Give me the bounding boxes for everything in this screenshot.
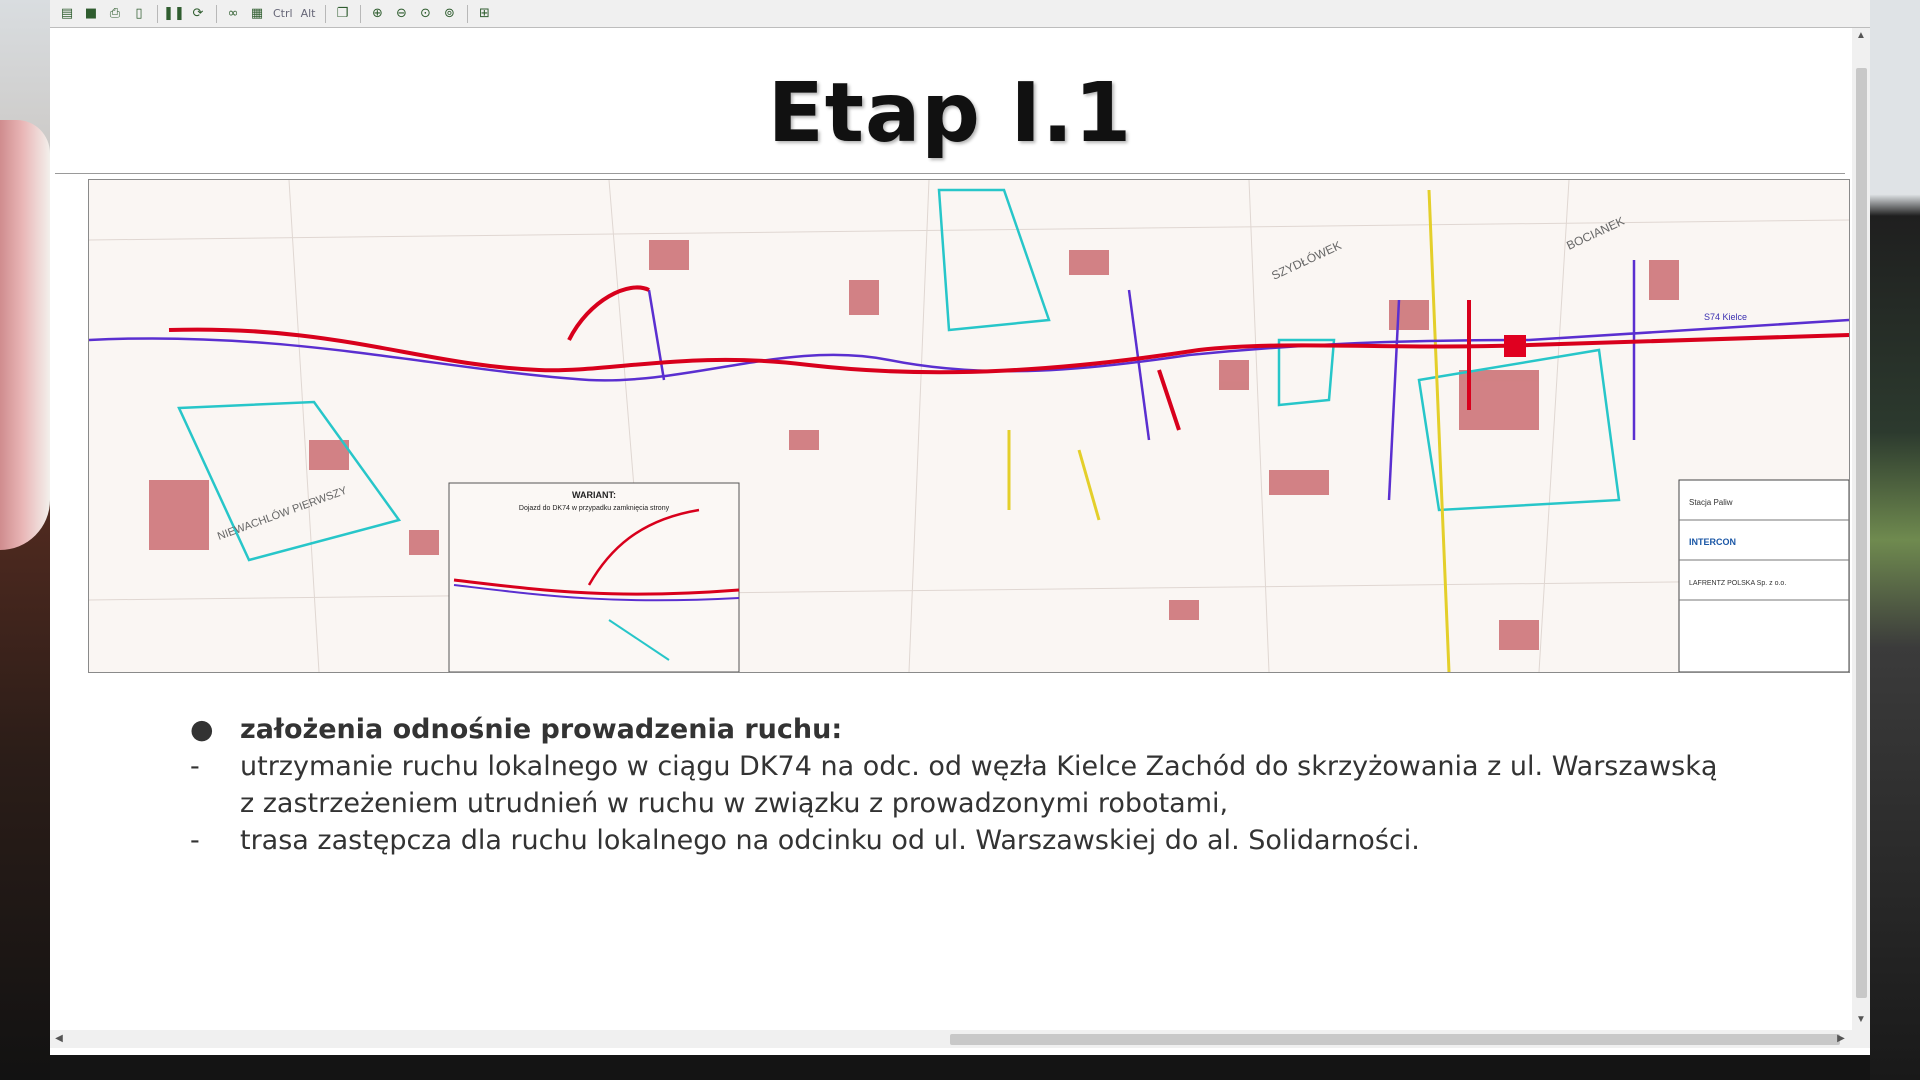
road-tag-label: S74 Kielce (1704, 312, 1747, 322)
vertical-scrollbar[interactable]: ▲ ▼ (1852, 28, 1870, 1030)
scroll-down-icon[interactable]: ▼ (1852, 1014, 1870, 1028)
title-block-line1: Stacja Paliw (1689, 498, 1733, 507)
toolbar-separator (157, 4, 158, 23)
title-block-line3: LAFRENTZ POLSKA Sp. z o.o. (1689, 580, 1786, 587)
bullet-item: z zastrzeżeniem utrudnień w ruchu w zwią… (190, 785, 1830, 822)
inset-map: WARIANT: Dojazd do DK74 w przypadku zamk… (448, 482, 740, 672)
bullet-text: trasa zastępcza dla ruchu lokalnego na o… (240, 825, 1420, 856)
copy-icon[interactable]: ❐ (331, 3, 353, 25)
zoom-out-icon[interactable]: ⊖ (390, 3, 412, 25)
horizontal-scroll-thumb[interactable] (950, 1034, 1840, 1045)
vertical-scroll-thumb[interactable] (1856, 68, 1867, 998)
road-marker (1504, 335, 1526, 357)
bullet-marker: ● (190, 714, 214, 745)
scroll-left-icon[interactable]: ◀ (52, 1030, 66, 1048)
save-icon[interactable]: ■ (80, 3, 102, 25)
bullet-item: - trasa zastępcza dla ruchu lokalnego na… (190, 822, 1830, 859)
bullet-marker: - (190, 751, 200, 782)
toolbar-separator (467, 4, 469, 23)
horizontal-scrollbar[interactable]: ◀ ▶ (50, 1030, 1870, 1048)
refresh-icon[interactable]: ⟳ (187, 3, 209, 25)
toolbar-separator (216, 4, 217, 23)
bullet-heading: założenia odnośnie prowadzenia ruchu: (240, 714, 843, 745)
presenter-silhouette (0, 120, 50, 550)
document-icon[interactable]: ▯ (128, 3, 150, 25)
slide-title: Etap I.1 (767, 66, 1133, 161)
glasses-icon[interactable]: ∞ (222, 3, 244, 25)
fullscreen-icon[interactable]: ⊞ (473, 3, 495, 25)
bullet-item: ● założenia odnośnie prowadzenia ruchu: (190, 711, 1830, 748)
pause-icon[interactable]: ❚❚ (163, 3, 185, 25)
webcam-left (0, 0, 50, 1080)
alt-button[interactable]: Alt (298, 3, 319, 25)
inset-title: WARIANT: (572, 490, 616, 500)
scroll-up-icon[interactable]: ▲ (1852, 30, 1870, 44)
bullet-item: - utrzymanie ruchu lokalnego w ciągu DK7… (190, 748, 1830, 785)
bullet-list: ● założenia odnośnie prowadzenia ruchu: … (190, 711, 1830, 859)
zoom-icon[interactable]: ⊚ (438, 3, 460, 25)
title-divider (55, 173, 1845, 174)
scroll-right-icon[interactable]: ▶ (1834, 1030, 1848, 1048)
bullet-text: z zastrzeżeniem utrudnień w ruchu w zwią… (240, 788, 1229, 819)
film-icon[interactable]: ▦ (246, 3, 268, 25)
toolbar-separator (360, 4, 362, 23)
route-map: WARIANT: Dojazd do DK74 w przypadku zamk… (88, 179, 1850, 673)
viewer-window: ▤ ■ ⎙ ▯ ❚❚ ⟳ ∞ ▦ Ctrl Alt ❐ ⊕ ⊖ ⊙ ⊚ ⊞ Et… (50, 0, 1870, 1055)
toolbar-separator (325, 4, 327, 23)
drawing-title-block: Stacja Paliw INTERCON LAFRENTZ POLSKA Sp… (1678, 479, 1849, 672)
inset-subtitle: Dojazd do DK74 w przypadku zamknięcia st… (519, 505, 670, 512)
new-icon[interactable]: ▤ (56, 3, 78, 25)
bullet-text: utrzymanie ruchu lokalnego w ciągu DK74 … (240, 751, 1718, 782)
presentation-slide: Etap I.1 WARIANT: Dojazd do DK74 w przyp… (50, 28, 1850, 1030)
bullet-marker: - (190, 825, 200, 856)
ctrl-button[interactable]: Ctrl (270, 3, 296, 25)
print-icon[interactable]: ⎙ (104, 3, 126, 25)
zoom-fit-icon[interactable]: ⊙ (414, 3, 436, 25)
zoom-in-icon[interactable]: ⊕ (366, 3, 388, 25)
title-block-line2: INTERCON (1689, 537, 1736, 547)
toolbar: ▤ ■ ⎙ ▯ ❚❚ ⟳ ∞ ▦ Ctrl Alt ❐ ⊕ ⊖ ⊙ ⊚ ⊞ (50, 0, 1870, 28)
webcam-right (1870, 0, 1920, 1080)
